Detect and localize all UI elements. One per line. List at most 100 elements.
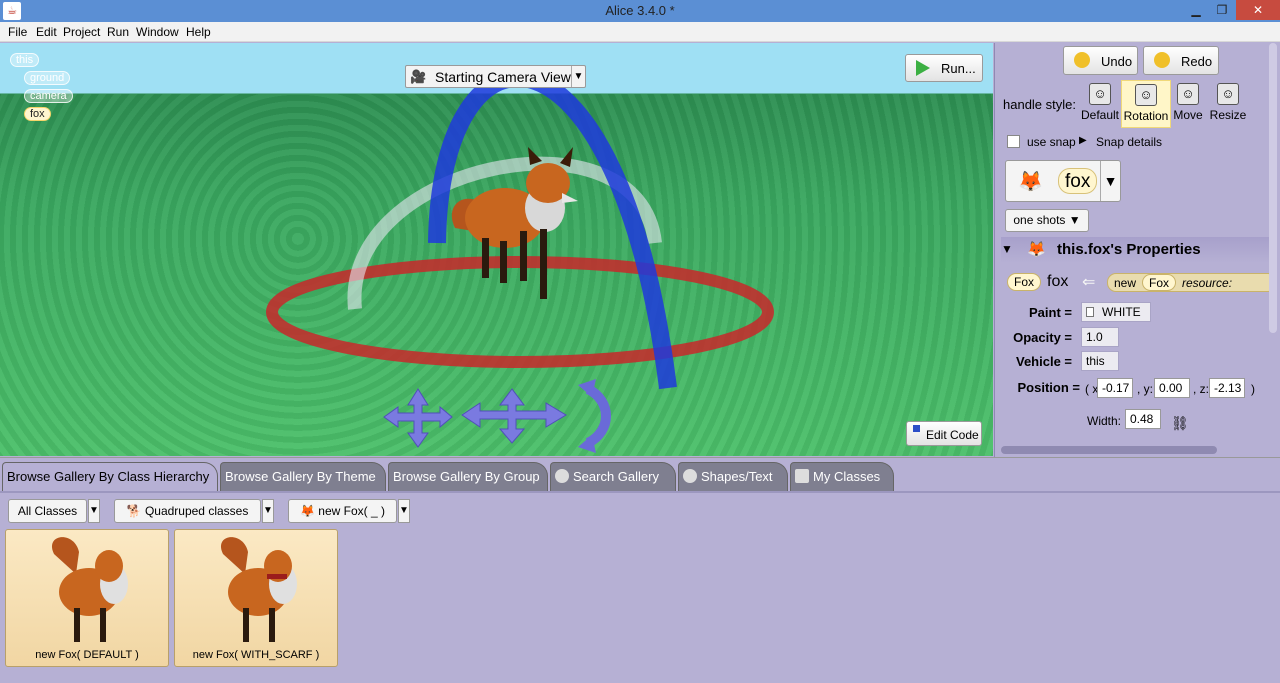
tab-search-gallery[interactable]: Search Gallery [550,462,676,491]
new-type-chip: Fox [1142,274,1177,291]
position-x-input[interactable]: -0.17 [1097,378,1133,398]
properties-header[interactable]: ▼ 🦊 this.fox's Properties [1001,237,1271,263]
play-icon [916,60,930,76]
properties-title: this.fox's Properties [1057,241,1201,258]
move-handle-horizontal[interactable] [383,388,453,448]
paint-value-text: WHITE [1102,305,1141,319]
use-snap-label: use snap [1027,135,1076,149]
camera-view-label: Starting Camera View [435,69,571,85]
crumb-quadruped-classes[interactable]: 🐕 Quadruped classes [114,499,261,523]
gallery-card-fox-default[interactable]: new Fox( DEFAULT ) [5,529,169,667]
maximize-button[interactable]: ❐ [1208,0,1236,20]
redo-arrow-icon [1154,52,1170,68]
vehicle-value-text: this [1086,354,1105,368]
run-button[interactable]: Run... [905,54,983,82]
edit-code-button[interactable]: Edit Code [906,421,982,446]
menu-project[interactable]: Project [63,25,100,39]
resize-handle-icon: ☺ [1217,83,1239,105]
menu-run[interactable]: Run [107,25,129,39]
menu-file[interactable]: File [8,25,27,39]
scene-object-tree: this ground camera fox [10,53,73,125]
tab-underline [0,491,1280,493]
width-input[interactable]: 0.48 [1125,409,1161,429]
properties-vertical-scrollbar[interactable] [1269,43,1277,333]
tree-item-camera[interactable]: camera [24,89,73,103]
tree-item-this[interactable]: this [10,53,40,67]
crumb-new-fox-label: new Fox( _ ) [318,504,385,518]
tab-shapes-text[interactable]: Shapes/Text [678,462,788,491]
menu-window[interactable]: Window [136,25,179,39]
width-label: Width: [1087,414,1122,428]
tab-my-classes-label: My Classes [813,469,881,484]
menu-bar: File Edit Project Run Window Help [0,22,1280,42]
tab-group[interactable]: Browse Gallery By Group [388,462,548,491]
one-shots-label: one shots [1013,213,1066,227]
crumb-all-classes[interactable]: All Classes [8,499,87,523]
handle-style-resize-label: Resize [1209,108,1247,122]
card-label: new Fox( WITH_SCARF ) [192,649,320,661]
snap-details-link[interactable]: Snap details [1096,135,1162,149]
default-handle-icon: ☺ [1089,83,1111,105]
alice-window: ☕ Alice 3.4.0 * ▁ ❐ ✕ File Edit Project … [0,0,1280,683]
quadruped-icon: 🐕 [126,504,142,518]
one-shots-dropdown[interactable]: one shots ▼ [1005,209,1089,232]
crumb-quadruped-dropdown[interactable]: ▼ [262,499,274,523]
paint-value[interactable]: WHITE [1081,302,1151,322]
tab-class-hierarchy[interactable]: Browse Gallery By Class Hierarchy [2,462,218,491]
position-y-input[interactable]: 0.00 [1154,378,1190,398]
menu-edit[interactable]: Edit [36,25,57,39]
selected-object-dropdown[interactable]: 🦊 fox ▼ [1005,160,1121,202]
handle-style-resize[interactable]: ☺ Resize [1203,80,1253,128]
card-label: new Fox( DEFAULT ) [35,649,139,661]
tab-search-label: Search Gallery [573,469,659,484]
crumb-all-classes-dropdown[interactable]: ▼ [88,499,100,523]
opacity-value[interactable]: 1.0 [1081,327,1119,347]
vehicle-label: Vehicle = [1015,354,1072,369]
chevron-down-icon: ▼ [1100,161,1120,201]
crumb-new-fox[interactable]: 🦊 new Fox( _ ) [288,499,397,523]
new-instance-expression[interactable]: new Fox resource: [1107,273,1277,292]
crumb-new-fox-dropdown[interactable]: ▼ [398,499,410,523]
resource-label: resource: [1182,276,1233,290]
scene-view[interactable]: this ground camera fox 🎥 Starting Camera… [0,43,993,456]
rotate-handle[interactable] [578,379,611,453]
selected-object-chip: fox [1058,168,1098,194]
folder-icon [795,469,809,483]
type-chip[interactable]: Fox [1007,273,1042,291]
gallery-card-fox-with-scarf[interactable]: new Fox( WITH_SCARF ) [174,529,338,667]
scene-3d-overlay [266,69,774,453]
tab-theme-label: Browse Gallery By Theme [225,469,376,484]
camera-view-dropdown[interactable]: 🎥 Starting Camera View ▼ [405,65,586,88]
gallery-tabs: Browse Gallery By Class Hierarchy Browse… [0,462,1280,491]
tab-my-classes[interactable]: My Classes [790,462,894,491]
use-snap-checkbox[interactable] [1007,135,1020,148]
window-title: Alice 3.4.0 * [605,3,675,18]
tree-item-ground[interactable]: ground [24,71,71,85]
search-icon [555,469,569,483]
minimize-button[interactable]: ▁ [1182,0,1210,20]
move-handle-vertical[interactable] [461,388,567,444]
expand-triangle-icon[interactable]: ▶ [1079,135,1087,146]
handle-style-default-label: Default [1080,108,1120,122]
tab-theme[interactable]: Browse Gallery By Theme [220,462,386,491]
undo-arrow-icon [1074,52,1090,68]
collapse-triangle-icon[interactable]: ▼ [1001,242,1013,256]
gallery-panel: Browse Gallery By Class Hierarchy Browse… [0,457,1280,683]
tab-class-hierarchy-label: Browse Gallery By Class Hierarchy [7,469,210,484]
handle-style-default[interactable]: ☺ Default [1075,80,1125,128]
vehicle-value[interactable]: this [1081,351,1119,371]
properties-panel: Undo Redo handle style: ☺ Default ☺ Rota… [994,43,1280,457]
title-bar: ☕ Alice 3.4.0 * ▁ ❐ ✕ [0,0,1280,22]
fox-icon: 🦊 [300,504,315,518]
link-chain-icon[interactable]: ⛓ [1171,415,1189,432]
tree-item-fox[interactable]: fox [24,107,51,121]
menu-help[interactable]: Help [186,25,211,39]
position-y-label: , y: [1137,382,1154,396]
close-button[interactable]: ✕ [1236,0,1280,20]
properties-horizontal-scrollbar[interactable] [1001,446,1217,454]
redo-button[interactable]: Redo [1143,46,1219,75]
undo-button[interactable]: Undo [1063,46,1138,75]
run-label: Run... [941,61,976,76]
rotation-handle-icon: ☺ [1135,84,1157,106]
position-z-input[interactable]: -2.13 [1209,378,1245,398]
